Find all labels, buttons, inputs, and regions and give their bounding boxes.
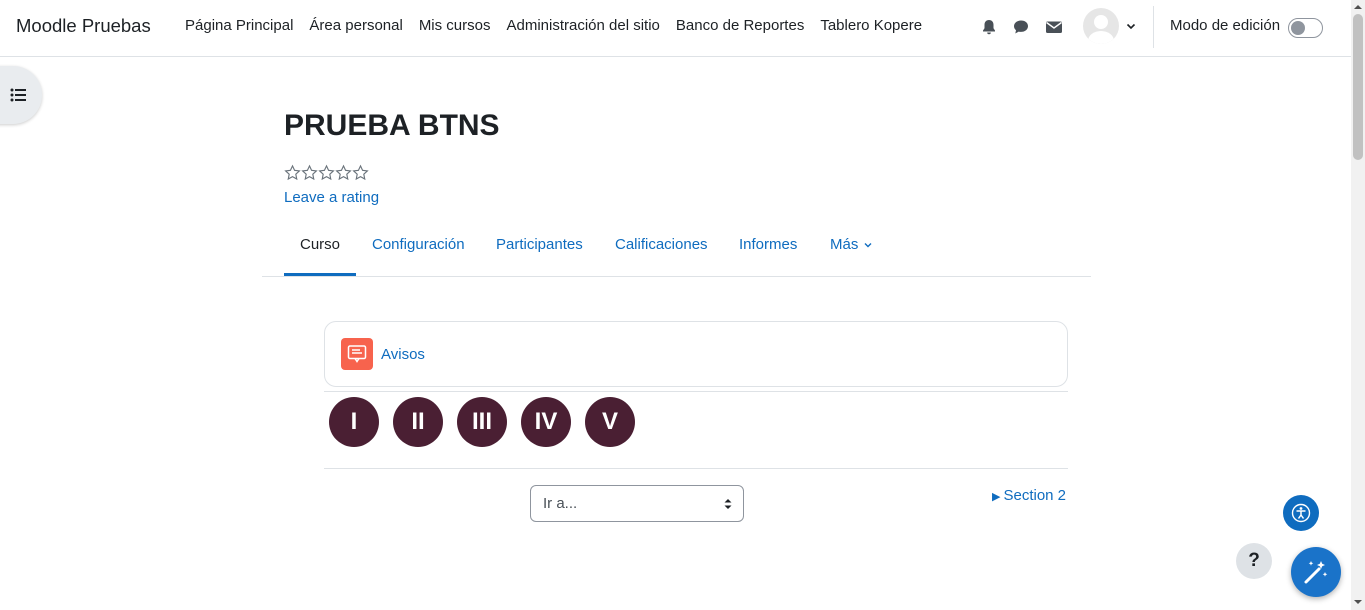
tab-calificaciones[interactable]: Calificaciones	[615, 236, 708, 253]
next-section-link[interactable]: ▶ Section 2	[992, 487, 1066, 504]
forum-glyph-icon	[347, 345, 367, 363]
star-icon[interactable]	[335, 164, 352, 182]
nav-item-banco-reportes[interactable]: Banco de Reportes	[676, 17, 804, 34]
section-divider	[324, 468, 1068, 469]
course-index-toggle[interactable]	[0, 66, 42, 124]
chevron-down-icon[interactable]	[1125, 20, 1137, 32]
star-icon[interactable]	[318, 164, 335, 182]
roman-button-ii[interactable]: II	[393, 397, 443, 447]
jump-select-value: Ir a...	[543, 495, 578, 512]
accessibility-button[interactable]	[1283, 495, 1319, 531]
chat-icon[interactable]	[1012, 18, 1030, 36]
nav-item-area-personal[interactable]: Área personal	[309, 17, 402, 34]
avatar[interactable]	[1083, 8, 1119, 44]
star-icon[interactable]	[301, 164, 318, 182]
magic-wand-icon	[1304, 561, 1328, 584]
list-icon	[10, 88, 26, 102]
edit-mode-toggle[interactable]	[1288, 18, 1323, 38]
roman-button-iii[interactable]: III	[457, 397, 507, 447]
tab-informes[interactable]: Informes	[739, 236, 797, 253]
forum-icon	[341, 338, 373, 370]
magic-wand-button[interactable]	[1291, 547, 1341, 597]
toggle-knob	[1291, 21, 1305, 35]
activity-link-avisos[interactable]: Avisos	[381, 346, 425, 363]
star-icon[interactable]	[284, 164, 301, 182]
next-section-label: Section 2	[1003, 487, 1067, 504]
nav-item-mis-cursos[interactable]: Mis cursos	[419, 17, 491, 34]
nav-item-administracion[interactable]: Administración del sitio	[507, 17, 660, 34]
scroll-thumb[interactable]	[1353, 14, 1363, 160]
tab-curso[interactable]: Curso	[300, 236, 340, 253]
tab-participantes[interactable]: Participantes	[496, 236, 583, 253]
nav-item-pagina-principal[interactable]: Página Principal	[185, 17, 293, 34]
roman-button-v[interactable]: V	[585, 397, 635, 447]
rating-stars[interactable]	[284, 164, 369, 182]
roman-button-i[interactable]: I	[329, 397, 379, 447]
tab-mas-label: Más	[830, 236, 859, 253]
nav-item-tablero-kopere[interactable]: Tablero Kopere	[820, 17, 922, 34]
select-arrows-icon	[724, 499, 732, 509]
accessibility-icon	[1291, 503, 1311, 523]
leave-rating-link[interactable]: Leave a rating	[284, 189, 379, 206]
tab-configuracion[interactable]: Configuración	[372, 236, 465, 253]
roman-button-iv[interactable]: IV	[521, 397, 571, 447]
user-avatar-icon	[1088, 15, 1114, 44]
section-divider	[324, 391, 1068, 392]
envelope-icon[interactable]	[1045, 18, 1063, 36]
top-navbar: Moodle Pruebas Página Principal Área per…	[0, 0, 1351, 57]
navbar-divider	[1153, 6, 1154, 48]
play-arrow-icon: ▶	[992, 491, 1001, 503]
star-icon[interactable]	[352, 164, 369, 182]
chevron-down-icon	[864, 243, 872, 248]
page-scrollbar[interactable]	[1351, 0, 1365, 610]
activity-card-avisos: Avisos	[324, 321, 1068, 387]
help-button[interactable]: ?	[1236, 543, 1272, 579]
tab-mas[interactable]: Más	[830, 236, 873, 253]
edit-mode-label: Modo de edición	[1170, 17, 1281, 34]
scroll-down-icon[interactable]	[1354, 598, 1362, 606]
course-secondary-nav: Curso Configuración Participantes Califi…	[262, 226, 1091, 277]
bell-icon[interactable]	[980, 18, 998, 36]
course-title: PRUEBA BTNS	[284, 109, 500, 142]
jump-to-section-select[interactable]: Ir a...	[530, 485, 744, 522]
site-brand[interactable]: Moodle Pruebas	[16, 15, 151, 37]
primary-navigation: Página Principal Área personal Mis curso…	[185, 17, 938, 34]
scroll-up-icon[interactable]	[1354, 3, 1362, 11]
active-tab-indicator	[284, 273, 356, 276]
